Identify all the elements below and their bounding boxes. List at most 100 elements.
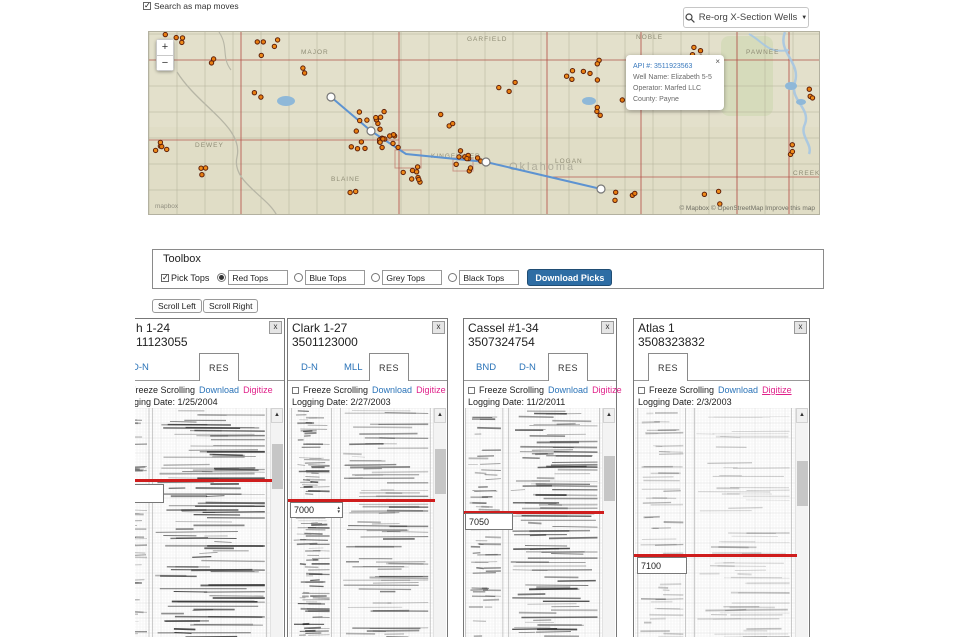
log-scrollbar[interactable]: ▲ (795, 408, 808, 637)
scrollbar-up-icon[interactable]: ▲ (271, 408, 283, 423)
well-dot[interactable] (410, 177, 414, 181)
selected-well-marker[interactable] (327, 93, 335, 101)
scrollbar-thumb[interactable] (435, 449, 446, 494)
tab-res[interactable]: RES (648, 353, 688, 381)
scrollbar-up-icon[interactable]: ▲ (434, 408, 446, 423)
map-attribution[interactable]: © Mapbox © OpenStreetMap Improve this ma… (679, 205, 815, 212)
scrollbar-up-icon[interactable]: ▲ (796, 408, 808, 423)
well-dot[interactable] (570, 77, 574, 81)
scrollbar-thumb[interactable] (604, 456, 615, 501)
well-dot[interactable] (165, 147, 169, 151)
well-dot[interactable] (261, 40, 265, 44)
tab-res[interactable]: RES (199, 353, 239, 381)
pick-tops-checkbox[interactable] (161, 274, 169, 282)
well-dot[interactable] (381, 137, 385, 141)
well-dot[interactable] (358, 118, 362, 122)
well-dot[interactable] (174, 35, 178, 39)
well-dot[interactable] (415, 165, 419, 169)
zoom-in-button[interactable]: + (156, 39, 174, 55)
checkbox-icon[interactable] (143, 2, 151, 10)
well-dot[interactable] (620, 98, 624, 102)
freeze-scrolling-checkbox[interactable] (638, 387, 645, 394)
tab-bnd[interactable]: BND (476, 362, 496, 373)
pick-top-line[interactable] (135, 479, 272, 482)
well-dot[interactable] (153, 148, 157, 152)
well-dot[interactable] (180, 40, 184, 44)
well-dot[interactable] (588, 71, 592, 75)
tops-radio-0[interactable] (217, 273, 226, 282)
tops-input-3[interactable]: Black Tops (459, 270, 519, 285)
tops-input-2[interactable]: Grey Tops (382, 270, 442, 285)
well-dot[interactable] (595, 105, 599, 109)
well-dot[interactable] (810, 96, 814, 100)
scroll-left-button[interactable]: Scroll Left (152, 299, 202, 313)
depth-spinner[interactable]: ▲▼ (337, 506, 341, 515)
panel-close-button[interactable]: x (432, 321, 445, 334)
well-dot[interactable] (457, 155, 461, 159)
well-dot[interactable] (272, 44, 276, 48)
tab-d-n[interactable]: D-N (135, 362, 149, 373)
tab-d-n[interactable]: D-N (301, 362, 318, 373)
scrollbar-thumb[interactable] (272, 444, 283, 489)
depth-input[interactable]: 7000▲▼ (290, 502, 343, 518)
popup-api-line[interactable]: API #: 3511923563 (633, 61, 717, 72)
well-dot[interactable] (716, 189, 720, 193)
well-dot[interactable] (497, 85, 501, 89)
popup-close-icon[interactable]: × (715, 56, 720, 67)
well-dot[interactable] (259, 95, 263, 99)
well-dot[interactable] (570, 69, 574, 73)
well-dot[interactable] (357, 110, 361, 114)
well-dot[interactable] (378, 127, 382, 131)
well-dot[interactable] (702, 192, 706, 196)
log-scrollbar[interactable]: ▲ (602, 408, 615, 637)
well-dot[interactable] (468, 166, 472, 170)
well-dot[interactable] (388, 134, 392, 138)
tops-radio-1[interactable] (294, 273, 303, 282)
digitize-link[interactable]: Digitize (762, 385, 792, 395)
reorg-xsection-wells-button[interactable]: Re-org X-Section Wells ▼ (683, 7, 809, 28)
well-map[interactable]: OklahomaMAJORGARFIELDNOBLEPAWNEEDEWEYBLA… (148, 31, 820, 215)
well-dot[interactable] (698, 49, 702, 53)
digitize-link[interactable]: Digitize (243, 385, 273, 395)
depth-input[interactable]: 7100 (637, 557, 687, 574)
download-link[interactable]: Download (718, 385, 758, 395)
scrollbar-up-icon[interactable]: ▲ (603, 408, 615, 423)
well-dot[interactable] (359, 140, 363, 144)
well-dot[interactable] (507, 89, 511, 93)
tops-input-0[interactable]: Red Tops (228, 270, 288, 285)
digitize-link[interactable]: Digitize (592, 385, 622, 395)
well-dot[interactable] (790, 143, 794, 147)
well-dot[interactable] (614, 190, 618, 194)
well-dot[interactable] (354, 189, 358, 193)
well-dot[interactable] (255, 40, 259, 44)
well-dot[interactable] (365, 118, 369, 122)
depth-input[interactable] (135, 484, 164, 503)
well-dot[interactable] (451, 121, 455, 125)
log-scroll-area[interactable] (635, 408, 796, 637)
well-dot[interactable] (458, 149, 462, 153)
depth-input[interactable]: 7050 (465, 513, 513, 530)
well-dot[interactable] (158, 140, 162, 144)
well-dot[interactable] (199, 166, 203, 170)
tab-res[interactable]: RES (369, 353, 409, 381)
selected-well-marker[interactable] (597, 185, 605, 193)
panel-close-button[interactable]: x (269, 321, 282, 334)
well-dot[interactable] (354, 129, 358, 133)
tab-mll[interactable]: MLL (344, 362, 362, 373)
well-dot[interactable] (301, 66, 305, 70)
digitize-link[interactable]: Digitize (416, 385, 446, 395)
well-dot[interactable] (790, 149, 794, 153)
log-scroll-area[interactable] (135, 408, 271, 637)
well-dot[interactable] (374, 115, 378, 119)
well-dot[interactable] (513, 80, 517, 84)
well-dot[interactable] (454, 162, 458, 166)
well-dot[interactable] (692, 45, 696, 49)
log-scrollbar[interactable]: ▲ (433, 408, 446, 637)
tops-radio-2[interactable] (371, 273, 380, 282)
well-dot[interactable] (595, 78, 599, 82)
well-dot[interactable] (180, 36, 184, 40)
selected-well-marker[interactable] (367, 127, 375, 135)
well-dot[interactable] (807, 87, 811, 91)
freeze-scrolling-checkbox[interactable] (468, 387, 475, 394)
panel-close-button[interactable]: x (794, 321, 807, 334)
